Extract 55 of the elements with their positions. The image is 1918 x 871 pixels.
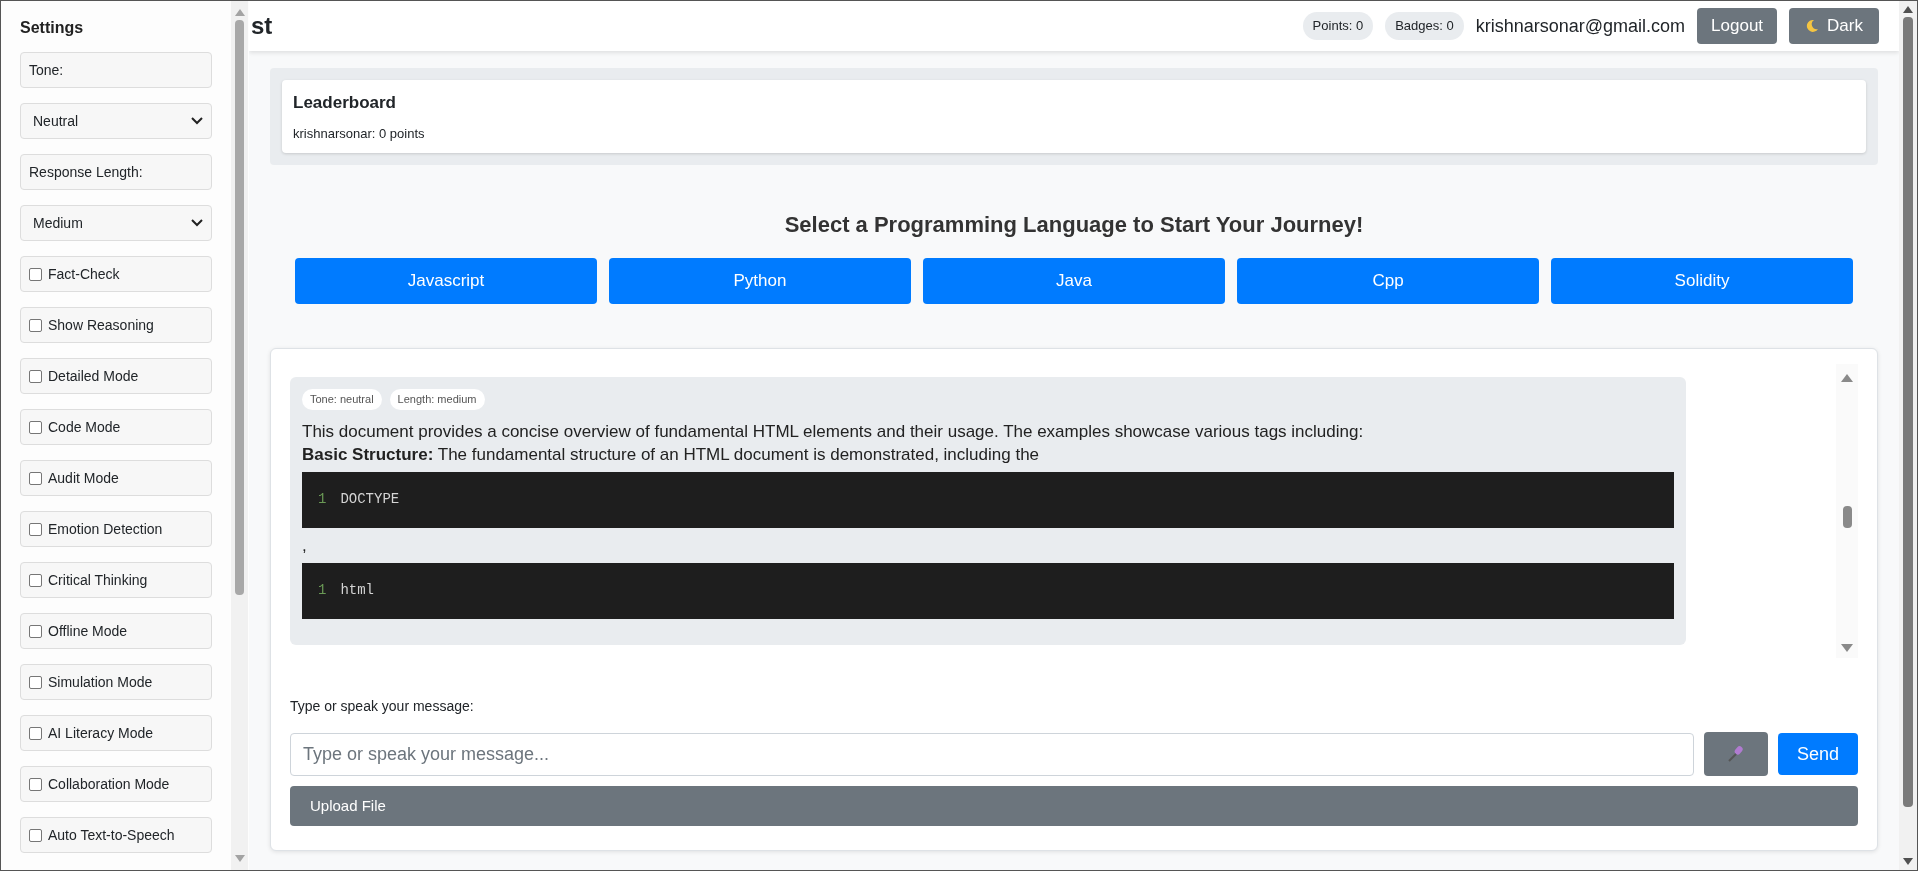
leaderboard-entry: krishnarsonar: 0 points [293,124,426,143]
badges-badge: Badges: 0 [1385,12,1464,40]
chevron-down-icon [191,219,203,227]
scroll-up-icon[interactable] [1903,6,1913,13]
message-tag: Tone: neutral [302,389,382,410]
scroll-up-icon[interactable] [1841,374,1853,382]
user-email: krishnarsonar@gmail.com [1475,14,1686,38]
message-text: , [302,534,308,557]
scrollbar-thumb[interactable] [1842,506,1852,528]
checkbox[interactable] [29,369,42,383]
upload-file-button[interactable]: Upload File [290,786,1858,826]
checkbox[interactable] [29,828,42,842]
settings-title: Settings [20,19,85,37]
app-title: st [251,11,273,41]
microphone-icon [1727,745,1745,763]
language-button[interactable]: Cpp [1237,258,1539,304]
moon-icon [1805,19,1820,33]
code-line: DOCTYPE [340,490,400,509]
message-input[interactable]: Type or speak your message... [290,732,1694,776]
language-button[interactable]: Solidity [1551,258,1853,304]
checkbox[interactable] [29,420,42,434]
checkbox[interactable] [29,777,42,791]
checkbox[interactable] [29,573,42,587]
checkbox[interactable] [29,522,42,536]
select-dropdown[interactable]: Neutral [20,103,212,139]
select-dropdown[interactable]: Medium [20,205,212,241]
checkbox[interactable] [29,318,42,332]
message-tag: Length: medium [389,389,485,410]
checkbox[interactable] [29,267,42,281]
code-line: html [340,581,374,600]
setting-label: Tone: [20,52,212,88]
input-label: Type or speak your message: [290,697,475,716]
scroll-down-icon[interactable] [1841,644,1853,652]
language-button[interactable]: Java [923,258,1225,304]
language-button[interactable]: Javascript [295,258,597,304]
dark-mode-button[interactable]: Dark [1789,8,1879,44]
message-text: Basic Structure: The fundamental structure of an HTML document is demonstrated, including the [302,443,1041,466]
language-heading: Select a Programming Language to Start Your Journey! [783,211,1365,239]
checkbox[interactable] [29,624,42,638]
logout-button[interactable]: Logout [1697,8,1778,44]
message-text: This document provides a concise overview of fundamental HTML elements and their usage. The examples showcase various tags including: [302,420,1365,443]
setting-label: Response Length: [20,154,212,190]
chevron-down-icon [191,117,203,125]
leaderboard-title: Leaderboard [293,92,397,114]
line-number: 1 [318,490,327,509]
checkbox[interactable] [29,471,42,485]
points-badge: Points: 0 [1302,12,1374,40]
scrollbar-thumb[interactable] [1903,17,1913,807]
checkbox[interactable] [29,726,42,740]
scroll-down-icon[interactable] [1903,858,1913,865]
line-number: 1 [318,581,327,600]
send-button[interactable]: Send [1778,733,1858,775]
scrollbar-thumb[interactable] [235,20,244,595]
checkbox[interactable] [29,675,42,689]
language-button[interactable]: Python [609,258,911,304]
